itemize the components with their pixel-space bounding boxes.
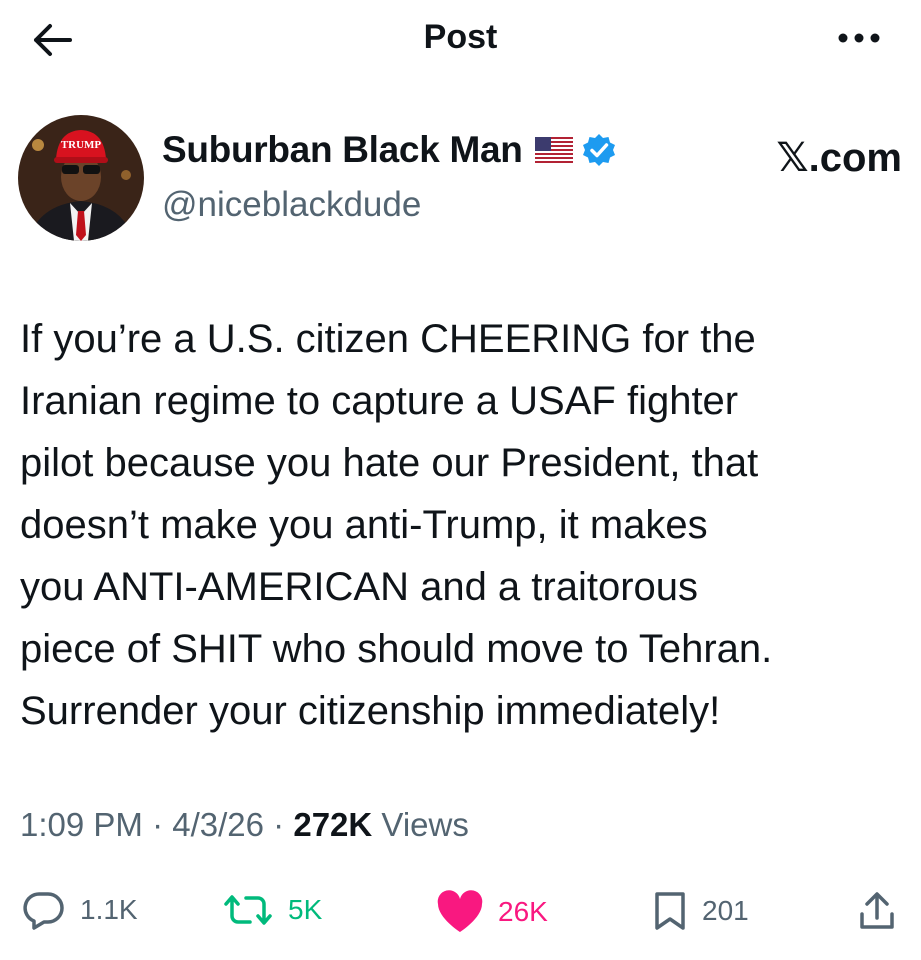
meta-separator: · xyxy=(273,806,285,843)
views-label: Views xyxy=(381,806,469,843)
name-row: Suburban Black Man xyxy=(162,129,617,171)
tweet-meta: 1:09 PM · 4/3/26 · 272K Views xyxy=(20,806,469,844)
avatar[interactable]: TRUMP xyxy=(18,115,144,241)
reply-button[interactable]: 1.1K xyxy=(22,890,138,930)
like-icon xyxy=(437,890,483,932)
repost-icon xyxy=(224,895,272,925)
source-label: 𝕏.com xyxy=(776,136,902,180)
user-handle[interactable]: @niceblackdude xyxy=(162,185,421,225)
svg-text:TRUMP: TRUMP xyxy=(61,139,102,151)
us-flag-icon xyxy=(534,137,573,163)
like-count: 26K xyxy=(498,896,548,927)
meta-separator: · xyxy=(152,806,164,843)
bookmark-count: 201 xyxy=(702,895,749,926)
more-icon[interactable] xyxy=(837,26,881,50)
action-bar: 1.1K 5K 26K 201 xyxy=(0,880,921,940)
top-bar: Post xyxy=(0,0,921,80)
reply-icon xyxy=(23,892,64,930)
share-icon[interactable] xyxy=(857,890,897,932)
bookmark-icon xyxy=(655,892,685,930)
verified-badge-icon xyxy=(582,134,615,166)
repost-count: 5K xyxy=(288,894,323,925)
display-name[interactable]: Suburban Black Man xyxy=(162,129,523,171)
post-time[interactable]: 1:09 PM xyxy=(20,806,143,843)
page-title: Post xyxy=(423,18,498,56)
views-count[interactable]: 272K xyxy=(293,806,372,843)
author-block: TRUMP Suburban Black Man @niceblackdude … xyxy=(18,115,908,245)
tweet-text: If you’re a U.S. citizen CHEERING for th… xyxy=(20,317,773,733)
repost-button[interactable]: 5K xyxy=(222,890,322,930)
reply-count: 1.1K xyxy=(80,894,138,925)
like-button[interactable]: 26K xyxy=(436,890,548,934)
bookmark-button[interactable]: 201 xyxy=(652,890,749,932)
post-date[interactable]: 4/3/26 xyxy=(172,806,264,843)
